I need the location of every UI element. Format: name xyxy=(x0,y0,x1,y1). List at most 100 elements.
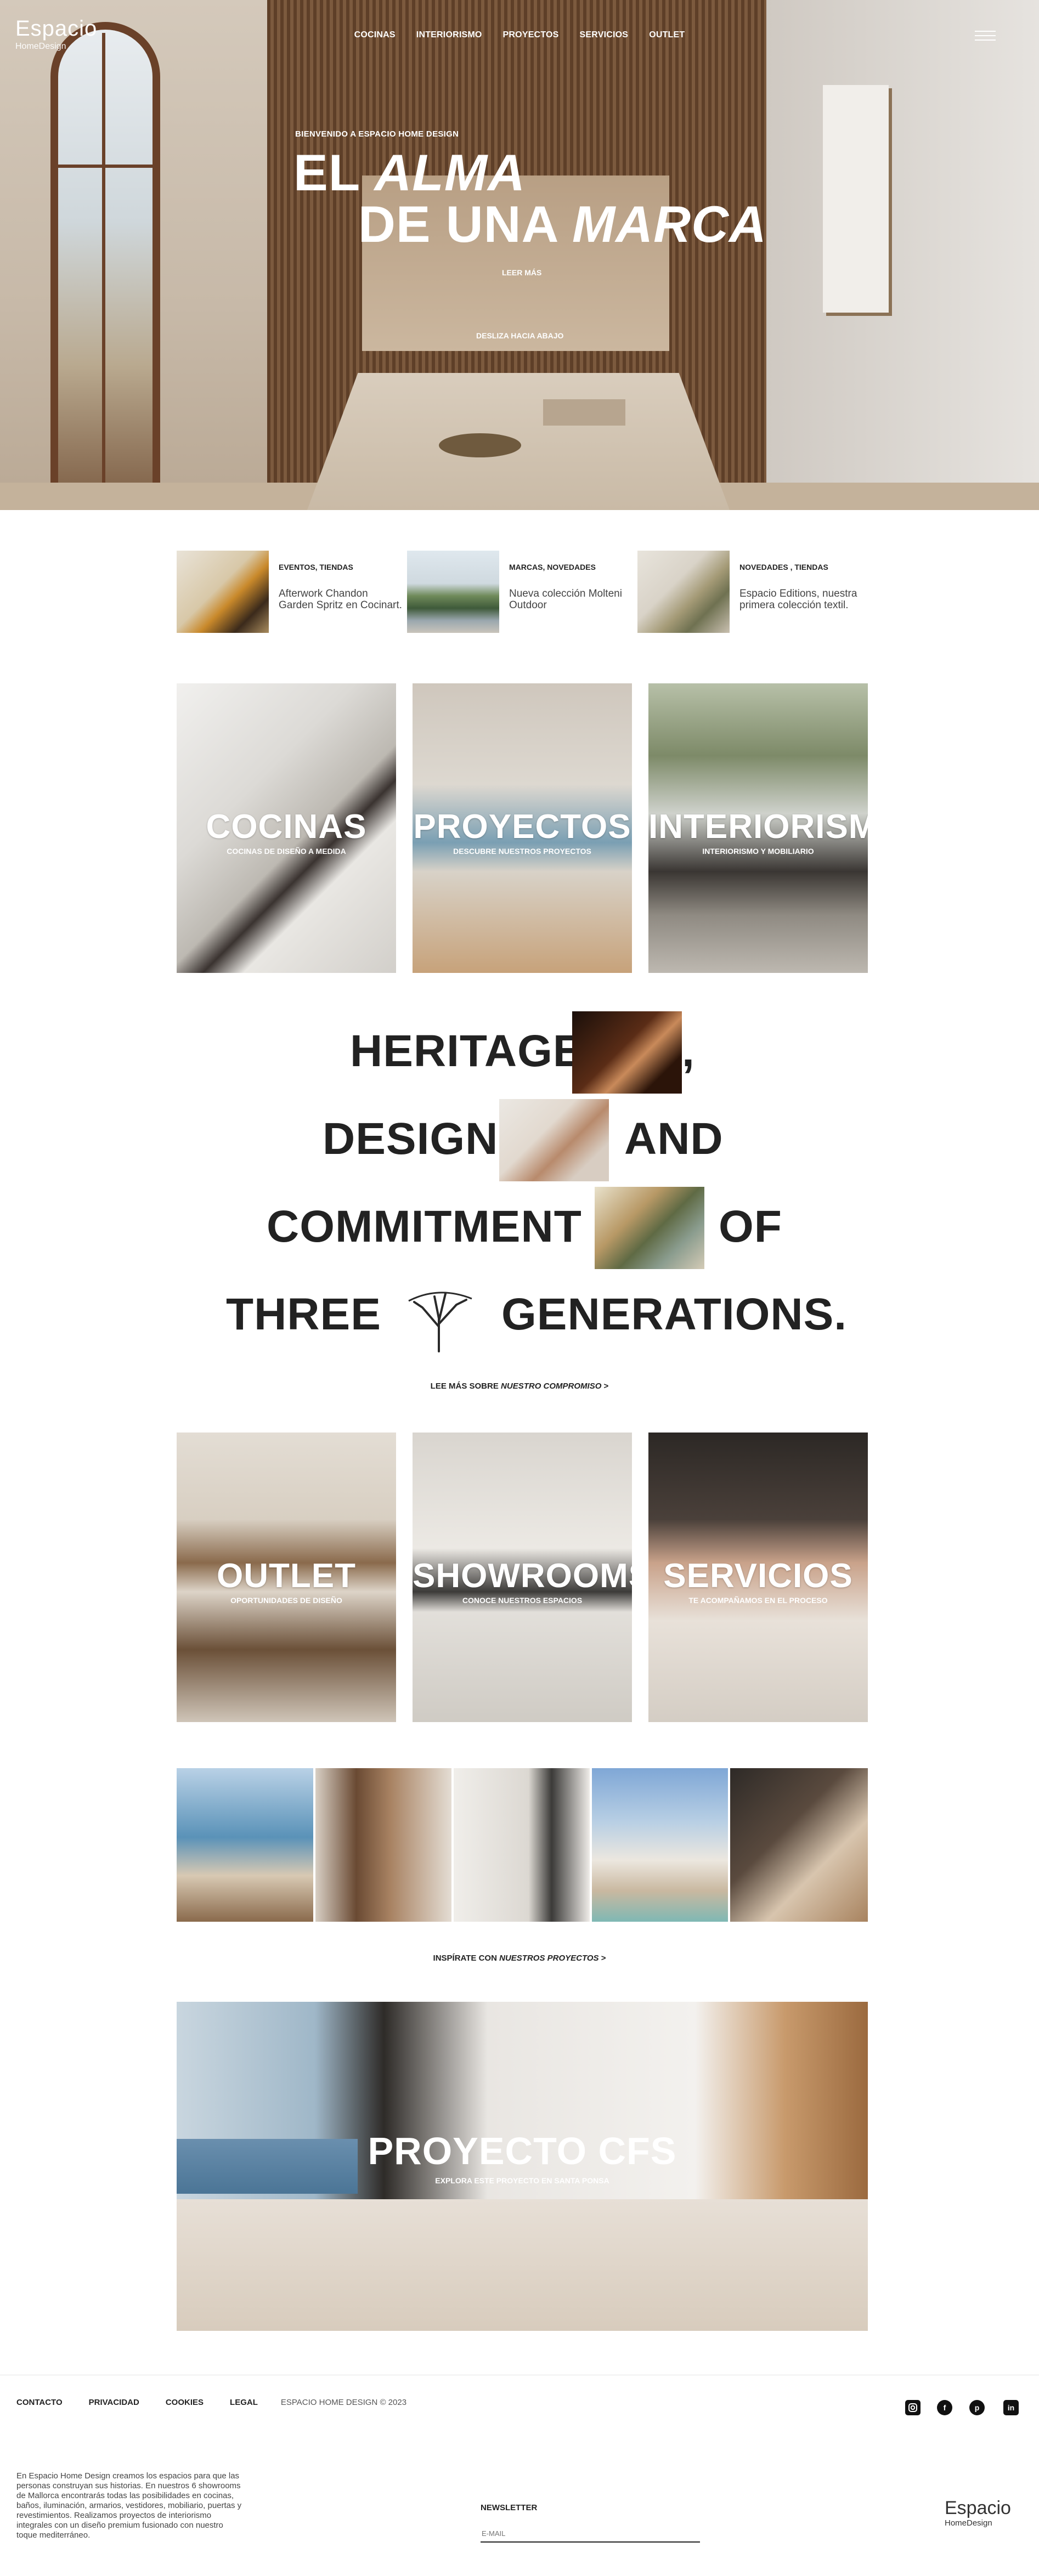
hero-sink xyxy=(543,399,625,426)
news-category: NOVEDADES , TIENDAS xyxy=(739,563,828,571)
feature-bed-area xyxy=(177,2199,868,2331)
commitment-link[interactable]: LEE MÁS SOBRE NUESTRO COMPROMISO > xyxy=(0,1382,1039,1391)
heritage-image-coast xyxy=(595,1187,704,1269)
card-title: SERVICIOS xyxy=(663,1557,853,1595)
brand-logo-sub: HomeDesign xyxy=(15,42,66,51)
card-subtitle: COCINAS DE DISEÑO A MEDIDA xyxy=(227,847,346,856)
tree-icon xyxy=(408,1292,472,1352)
pinterest-icon[interactable]: p xyxy=(969,2400,985,2415)
nav-item-servicios[interactable]: SERVICIOS xyxy=(580,30,629,40)
hero-fruit-bowl xyxy=(439,433,521,457)
card-subtitle: DESCUBRE NUESTROS PROYECTOS xyxy=(453,847,591,856)
hamburger-line xyxy=(975,35,996,36)
hero-title-italic-word: ALMA xyxy=(374,144,526,201)
main-nav: COCINAS INTERIORISMO PROYECTOS SERVICIOS… xyxy=(0,30,1039,40)
news-thumbnail xyxy=(177,551,269,633)
project-thumbnail[interactable] xyxy=(315,1768,451,1922)
project-thumbnail[interactable] xyxy=(730,1768,868,1922)
hero-kicker: BIENVENIDO A ESPACIO HOME DESIGN xyxy=(295,129,459,139)
card-title: PROYECTOS xyxy=(413,808,631,846)
facebook-icon[interactable]: f xyxy=(937,2400,952,2415)
news-item[interactable]: MARCAS, NOVEDADES Nueva colección Molten… xyxy=(407,551,637,633)
hero-wall-right xyxy=(766,0,1039,510)
footer-links: CONTACTO PRIVACIDAD COOKIES LEGAL ESPACI… xyxy=(16,2398,406,2407)
link-emphasis: NUESTRO COMPROMISO xyxy=(501,1382,602,1391)
hero-window-mullion xyxy=(102,33,105,510)
footer-link-legal[interactable]: LEGAL xyxy=(230,2398,258,2407)
footer-about-text: En Espacio Home Design creamos los espac… xyxy=(16,2471,242,2540)
feature-title: PROYECTO CFS xyxy=(368,2130,677,2172)
news-category: MARCAS, NOVEDADES xyxy=(509,563,596,571)
heritage-word: AND xyxy=(624,1114,724,1164)
card-interiorismo[interactable]: INTERIORISMO INTERIORISMO Y MOBILIARIO xyxy=(648,683,868,973)
project-thumbnail[interactable] xyxy=(177,1768,313,1922)
nav-item-proyectos[interactable]: PROYECTOS xyxy=(503,30,559,40)
footer-logo-sub: HomeDesign xyxy=(945,2518,992,2528)
news-item[interactable]: EVENTOS, TIENDAS Afterwork Chandon Garde… xyxy=(177,551,407,633)
news-headline: Afterwork Chandon Garden Spritz en Cocin… xyxy=(279,588,402,611)
footer-link-privacidad[interactable]: PRIVACIDAD xyxy=(89,2398,139,2407)
hero-window-transom xyxy=(54,165,157,168)
instagram-glyph xyxy=(908,2403,917,2412)
footer-link-contacto[interactable]: CONTACTO xyxy=(16,2398,63,2407)
heritage-image-tree xyxy=(384,1275,494,1357)
card-title: SHOWROOMS xyxy=(413,1557,632,1595)
projects-link[interactable]: INSPÍRATE CON NUESTROS PROYECTOS > xyxy=(0,1954,1039,1963)
nav-item-cocinas[interactable]: COCINAS xyxy=(354,30,396,40)
newsletter-email-input[interactable] xyxy=(481,2525,700,2543)
hero-wall-art xyxy=(823,85,889,313)
footer-copyright: ESPACIO HOME DESIGN © 2023 xyxy=(280,2398,407,2407)
heritage-word: OF xyxy=(719,1202,782,1252)
card-proyectos[interactable]: PROYECTOS DESCUBRE NUESTROS PROYECTOS xyxy=(413,683,632,973)
card-outlet[interactable]: OUTLET OPORTUNIDADES DE DISEÑO xyxy=(177,1433,396,1722)
news-headline: Nueva colección Molteni Outdoor xyxy=(509,588,622,611)
hero-title-line1: EL ALMA xyxy=(293,144,526,201)
card-subtitle: OPORTUNIDADES DE DISEÑO xyxy=(230,1596,342,1605)
feature-project-card[interactable]: PROYECTO CFS EXPLORA ESTE PROYECTO EN SA… xyxy=(177,2002,868,2331)
instagram-icon[interactable] xyxy=(905,2400,921,2415)
project-thumbnail[interactable] xyxy=(592,1768,728,1922)
hero-section xyxy=(0,0,1039,510)
hero-title-word: DE UNA xyxy=(358,195,557,253)
hero-scroll-down-link[interactable]: DESLIZA HACIA ABAJO xyxy=(476,331,563,340)
hamburger-line xyxy=(975,31,996,32)
heritage-image-hand xyxy=(499,1099,609,1181)
link-prefix: INSPÍRATE CON xyxy=(433,1954,500,1963)
nav-item-outlet[interactable]: OUTLET xyxy=(649,30,685,40)
card-title: COCINAS xyxy=(206,808,367,846)
heritage-word: COMMITMENT xyxy=(267,1202,582,1252)
link-prefix: LEE MÁS SOBRE xyxy=(430,1382,501,1391)
card-cocinas[interactable]: COCINAS COCINAS DE DISEÑO A MEDIDA xyxy=(177,683,396,973)
hamburger-menu-icon[interactable] xyxy=(975,31,996,42)
hero-title-line2: DE UNA MARCA xyxy=(293,199,767,250)
footer-logo-word: Espacio xyxy=(945,2498,1011,2518)
hero-read-more-link[interactable]: LEER MÁS xyxy=(502,268,541,277)
hero-title: EL ALMA DE UNA MARCA xyxy=(293,147,767,250)
news-thumbnail xyxy=(637,551,730,633)
footer-link-cookies[interactable]: COOKIES xyxy=(166,2398,204,2407)
card-servicios[interactable]: SERVICIOS TE ACOMPAÑAMOS EN EL PROCESO xyxy=(648,1433,868,1722)
heritage-word: THREE xyxy=(226,1289,381,1339)
heritage-image-craft xyxy=(572,1011,682,1094)
heritage-word: HERITAGE xyxy=(350,1026,584,1076)
feature-subtitle: EXPLORA ESTE PROYECTO EN SANTA PONSA xyxy=(435,2176,609,2185)
news-item[interactable]: NOVEDADES , TIENDAS Espacio Editions, nu… xyxy=(637,551,868,633)
nav-item-interiorismo[interactable]: INTERIORISMO xyxy=(416,30,482,40)
news-headline: Espacio Editions, nuestra primera colecc… xyxy=(739,588,857,611)
card-title: OUTLET xyxy=(217,1557,356,1595)
card-showrooms[interactable]: SHOWROOMS CONOCE NUESTROS ESPACIOS xyxy=(413,1433,632,1722)
card-subtitle: CONOCE NUESTROS ESPACIOS xyxy=(462,1596,583,1605)
card-subtitle: TE ACOMPAÑAMOS EN EL PROCESO xyxy=(688,1596,828,1605)
card-subtitle: INTERIORISMO Y MOBILIARIO xyxy=(702,847,814,856)
footer-logo[interactable]: Espacio HomeDesign xyxy=(945,2499,1011,2528)
hero-title-italic-word: MARCA xyxy=(572,195,767,253)
link-emphasis: NUESTROS PROYECTOS xyxy=(499,1954,599,1963)
card-title: INTERIORISMO xyxy=(648,808,868,846)
hero-title-word: EL xyxy=(293,144,360,201)
project-thumbnail[interactable] xyxy=(454,1768,590,1922)
linkedin-icon[interactable]: in xyxy=(1003,2400,1019,2415)
newsletter-label: NEWSLETTER xyxy=(481,2503,538,2512)
chevron-right-icon: > xyxy=(598,1954,606,1963)
hamburger-line xyxy=(975,39,996,41)
chevron-right-icon: > xyxy=(601,1382,609,1391)
